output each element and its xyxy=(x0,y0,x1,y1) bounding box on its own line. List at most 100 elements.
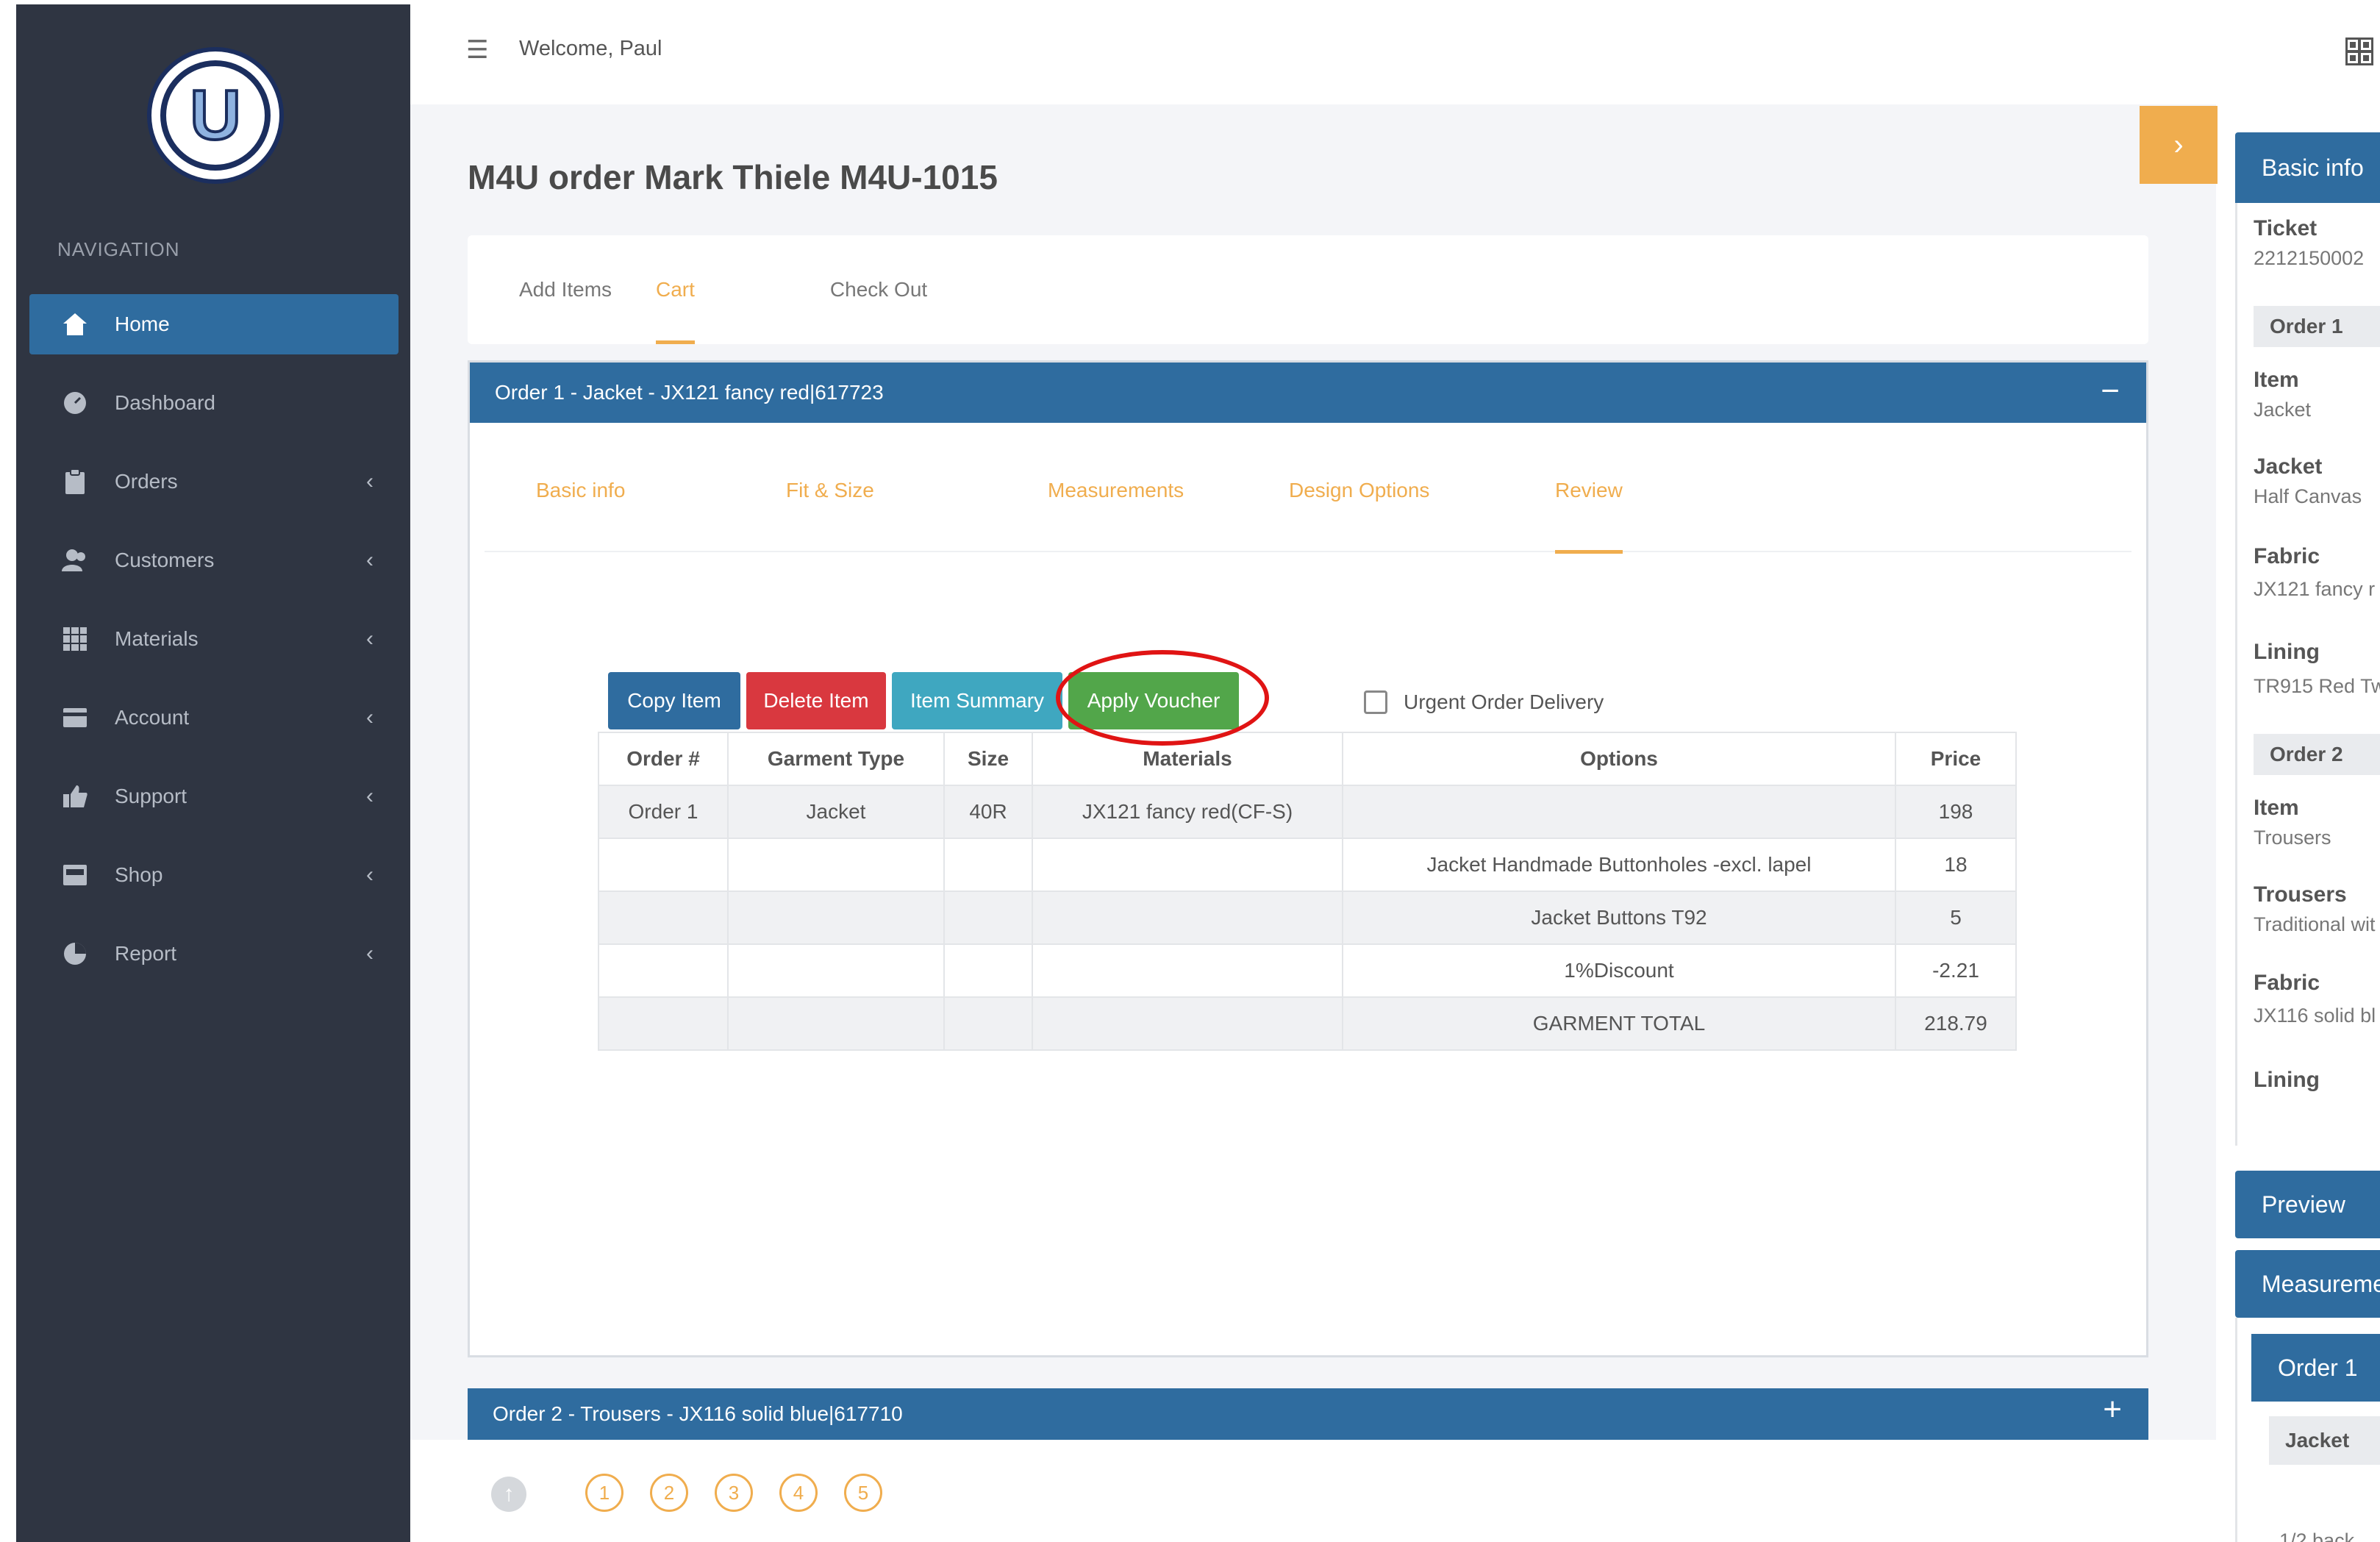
summary-measurements-button[interactable]: Measureme xyxy=(2235,1250,2380,1318)
tab-cart[interactable]: Cart xyxy=(656,235,695,344)
table-cell xyxy=(727,943,945,998)
urgent-order-checkbox[interactable] xyxy=(1364,690,1387,714)
table-cell: Jacket xyxy=(727,785,945,839)
table-cell: Order 1 xyxy=(598,785,729,839)
table-cell xyxy=(943,996,1033,1051)
tab-design-options[interactable]: Design Options xyxy=(1289,429,1429,552)
dashboard-icon xyxy=(60,388,90,418)
chevron-right-icon: › xyxy=(2173,128,2184,161)
summary-basic-info-body: Ticket 2212150002 Order 1 Item Jacket Ja… xyxy=(2235,203,2380,1146)
sidebar-item-dashboard[interactable]: Dashboard xyxy=(29,373,399,433)
tab-measurements[interactable]: Measurements xyxy=(1048,429,1184,552)
item-summary-button[interactable]: Item Summary xyxy=(892,672,1062,729)
sidebar-item-report[interactable]: Report ‹ xyxy=(29,924,399,984)
summary-order-band: Order 1 xyxy=(2254,306,2380,347)
qr-code-icon[interactable] xyxy=(2345,38,2373,65)
summary-preview-button[interactable]: Preview xyxy=(2235,1171,2380,1238)
summary-label: Fabric xyxy=(2254,544,2320,568)
chevron-left-icon: ‹ xyxy=(366,941,374,965)
pie-chart-icon xyxy=(60,939,90,968)
table-cell xyxy=(943,943,1033,998)
expand-icon[interactable]: + xyxy=(2103,1391,2122,1428)
summary-label: Lining xyxy=(2254,1068,2320,1092)
chevron-left-icon: ‹ xyxy=(366,863,374,887)
table-cell: Jacket Buttons T92 xyxy=(1342,890,1896,945)
tab-check-out[interactable]: Check Out xyxy=(830,235,927,344)
welcome-text: Welcome, Paul xyxy=(519,37,662,60)
collapse-icon[interactable]: − xyxy=(2101,373,2120,410)
pager-step[interactable]: 1 xyxy=(585,1474,623,1512)
table-cell: 40R xyxy=(943,785,1033,839)
sidebar-item-label: Home xyxy=(115,313,170,335)
topbar: ☰ Welcome, Paul xyxy=(410,0,2380,104)
pager-step[interactable]: 5 xyxy=(844,1474,882,1512)
summary-value: JX121 fancy r xyxy=(2254,578,2376,600)
thumbs-up-icon xyxy=(60,782,90,811)
table-row: 1%Discount -2.21 xyxy=(598,943,2017,998)
tab-review[interactable]: Review xyxy=(1555,429,1623,554)
pager-step[interactable]: 2 xyxy=(650,1474,688,1512)
order-2-panel-header[interactable]: Order 2 - Trousers - JX116 solid blue|61… xyxy=(468,1388,2148,1440)
sidebar-item-label: Orders xyxy=(115,470,178,493)
order-panel-header[interactable]: Order 1 - Jacket - JX121 fancy red|61772… xyxy=(470,363,2146,423)
summary-label: Lining xyxy=(2254,640,2320,664)
sidebar-item-orders[interactable]: Orders ‹ xyxy=(29,451,399,512)
summary-field: Ticket 2212150002 xyxy=(2254,216,2364,270)
order-panel-title: Order 1 - Jacket - JX121 fancy red|61772… xyxy=(495,381,884,404)
apply-voucher-button[interactable]: Apply Voucher xyxy=(1068,672,1239,729)
summary-field: Fabric JX121 fancy r xyxy=(2254,544,2375,601)
chevron-left-icon: ‹ xyxy=(366,627,374,651)
table-cell: 5 xyxy=(1895,890,2017,945)
table-cell xyxy=(598,996,729,1051)
copy-item-button[interactable]: Copy Item xyxy=(608,672,740,729)
sidebar-item-label: Account xyxy=(115,706,190,729)
users-icon xyxy=(60,546,90,575)
tab-fit-size[interactable]: Fit & Size xyxy=(786,429,874,552)
table-header-row: Order # Garment Type Size Materials Opti… xyxy=(598,732,2017,786)
sidebar-item-label: Shop xyxy=(115,863,163,886)
sidebar-item-account[interactable]: Account ‹ xyxy=(29,688,399,748)
summary-measurements-order-header[interactable]: Order 1 xyxy=(2251,1334,2380,1402)
hamburger-menu-icon[interactable]: ☰ xyxy=(466,35,488,65)
table-cell xyxy=(598,890,729,945)
delete-item-button[interactable]: Delete Item xyxy=(746,672,886,729)
urgent-order-option[interactable]: Urgent Order Delivery xyxy=(1364,690,1604,714)
sidebar-item-home[interactable]: Home xyxy=(29,294,399,354)
shop-icon xyxy=(60,860,90,890)
sidebar-item-materials[interactable]: Materials ‹ xyxy=(29,609,399,669)
summary-value: Jacket xyxy=(2254,399,2312,421)
sidebar-item-customers[interactable]: Customers ‹ xyxy=(29,530,399,590)
summary-label: Item xyxy=(2254,796,2299,820)
table-cell xyxy=(943,838,1033,892)
sidebar-item-label: Materials xyxy=(115,627,199,650)
summary-value: Traditional wit xyxy=(2254,913,2376,935)
chevron-left-icon: ‹ xyxy=(366,784,374,808)
table-row: Jacket Buttons T92 5 xyxy=(598,890,2017,945)
home-icon xyxy=(60,310,90,339)
page-title: M4U order Mark Thiele M4U-1015 xyxy=(468,158,998,196)
summary-basic-info-header[interactable]: Basic info xyxy=(2235,132,2380,203)
sidebar-item-shop[interactable]: Shop ‹ xyxy=(29,845,399,905)
logo[interactable]: U xyxy=(147,47,284,184)
table-cell: 198 xyxy=(1895,785,2017,839)
summary-field: Jacket Half Canvas xyxy=(2254,454,2362,508)
tab-basic-info[interactable]: Basic info xyxy=(536,429,625,552)
pager-step[interactable]: 3 xyxy=(715,1474,753,1512)
table-cell xyxy=(598,943,729,998)
summary-field: Item Trousers xyxy=(2254,796,2331,849)
sidebar-item-label: Dashboard xyxy=(115,391,215,414)
arrow-up-icon[interactable]: ↑ xyxy=(491,1477,526,1512)
urgent-order-label: Urgent Order Delivery xyxy=(1404,690,1604,713)
logo-mark: U xyxy=(188,76,242,154)
right-panel-toggle-button[interactable]: › xyxy=(2140,106,2218,184)
summary-value: TR915 Red Tw xyxy=(2254,675,2380,697)
summary-value: JX116 solid bl xyxy=(2254,1004,2376,1027)
column-header-materials: Materials xyxy=(1032,732,1343,786)
table-cell xyxy=(1032,943,1343,998)
pager-step[interactable]: 4 xyxy=(779,1474,818,1512)
tab-add-items[interactable]: Add Items xyxy=(519,235,656,344)
column-header-size: Size xyxy=(943,732,1033,786)
sidebar-item-support[interactable]: Support ‹ xyxy=(29,766,399,827)
table-cell xyxy=(1342,785,1896,839)
sidebar-nav: Home Dashboard Orders ‹ Customers ‹ Mate… xyxy=(29,294,399,1002)
